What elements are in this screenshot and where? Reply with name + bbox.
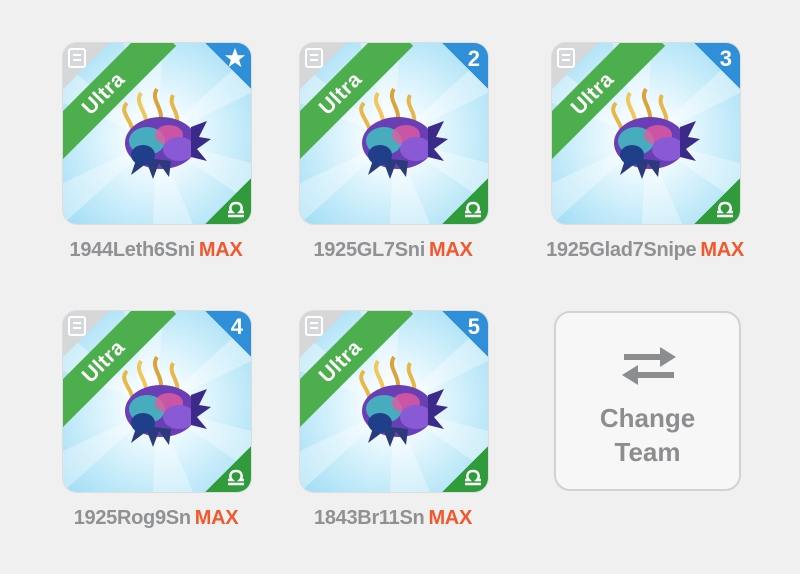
creature-card[interactable]: Ultra 2: [300, 43, 488, 224]
book-badge: [63, 43, 109, 89]
creature-name: 1944Leth6Sni: [69, 239, 196, 261]
creature-label: 1944Leth6Sni MAX: [41, 239, 271, 262]
book-icon: [305, 48, 323, 68]
book-badge: [300, 311, 346, 357]
creature-name: 1925Glad7Snipe: [546, 239, 697, 261]
creature-level: MAX: [428, 239, 473, 261]
creature-level: MAX: [198, 239, 243, 261]
creature-name: 1843Br11Sn: [314, 507, 425, 529]
element-badge: [694, 178, 740, 224]
element-badge: [205, 178, 251, 224]
book-badge: [552, 43, 598, 89]
creature-card[interactable]: Ultra: [63, 43, 251, 224]
rank-badge: 3: [694, 43, 740, 89]
creature-level: MAX: [700, 239, 744, 261]
book-icon: [305, 316, 323, 336]
creature-label: 1925Rog9Sn MAX: [41, 507, 271, 530]
creature-level: MAX: [194, 507, 239, 529]
change-team-label: Change Team: [599, 403, 696, 467]
book-badge: [300, 43, 346, 89]
book-icon: [68, 48, 86, 68]
rank-number: 4: [230, 314, 243, 339]
element-badge: [205, 446, 251, 492]
libra-icon: [228, 201, 244, 218]
book-icon: [557, 48, 575, 68]
rank-badge: [205, 43, 251, 89]
rank-badge: 5: [442, 311, 488, 357]
creature-card[interactable]: Ultra 5: [300, 311, 488, 492]
libra-icon: [228, 469, 244, 486]
rank-number: 5: [467, 314, 480, 339]
book-badge: [63, 311, 109, 357]
libra-icon: [465, 469, 481, 486]
creature-level: MAX: [428, 507, 472, 529]
team-slot-5[interactable]: Ultra 5 1843Br11Sn MAX: [278, 311, 508, 551]
star-icon: [224, 47, 246, 68]
creature-card[interactable]: Ultra 3: [552, 43, 740, 224]
creature-label: 1925Glad7Snipe MAX: [530, 239, 760, 262]
swap-arrows-icon: [622, 347, 676, 385]
element-badge: [442, 446, 488, 492]
team-slot-3[interactable]: Ultra 3 1925Glad7Snipe MAX: [530, 43, 760, 283]
team-slot-1[interactable]: Ultra 1944Leth6Sni MAX: [41, 43, 271, 283]
creature-label: 1843Br11Sn MAX: [278, 507, 508, 530]
book-icon: [68, 316, 86, 336]
libra-icon: [717, 201, 733, 218]
rank-badge: 4: [205, 311, 251, 357]
team-slot-2[interactable]: Ultra 2 1925GL7Sni MAX: [278, 43, 508, 283]
rank-badge: 2: [442, 43, 488, 89]
change-team-button[interactable]: Change Team: [554, 311, 741, 491]
rank-number: 3: [719, 46, 732, 71]
rank-number: 2: [467, 46, 480, 71]
creature-name: 1925Rog9Sn: [73, 507, 191, 529]
libra-icon: [465, 201, 481, 218]
team-slot-4[interactable]: Ultra 4 1925Rog9Sn MAX: [41, 311, 271, 551]
element-badge: [442, 178, 488, 224]
creature-card[interactable]: Ultra 4: [63, 311, 251, 492]
creature-name: 1925GL7Sni: [313, 239, 425, 261]
creature-label: 1925GL7Sni MAX: [278, 239, 508, 262]
